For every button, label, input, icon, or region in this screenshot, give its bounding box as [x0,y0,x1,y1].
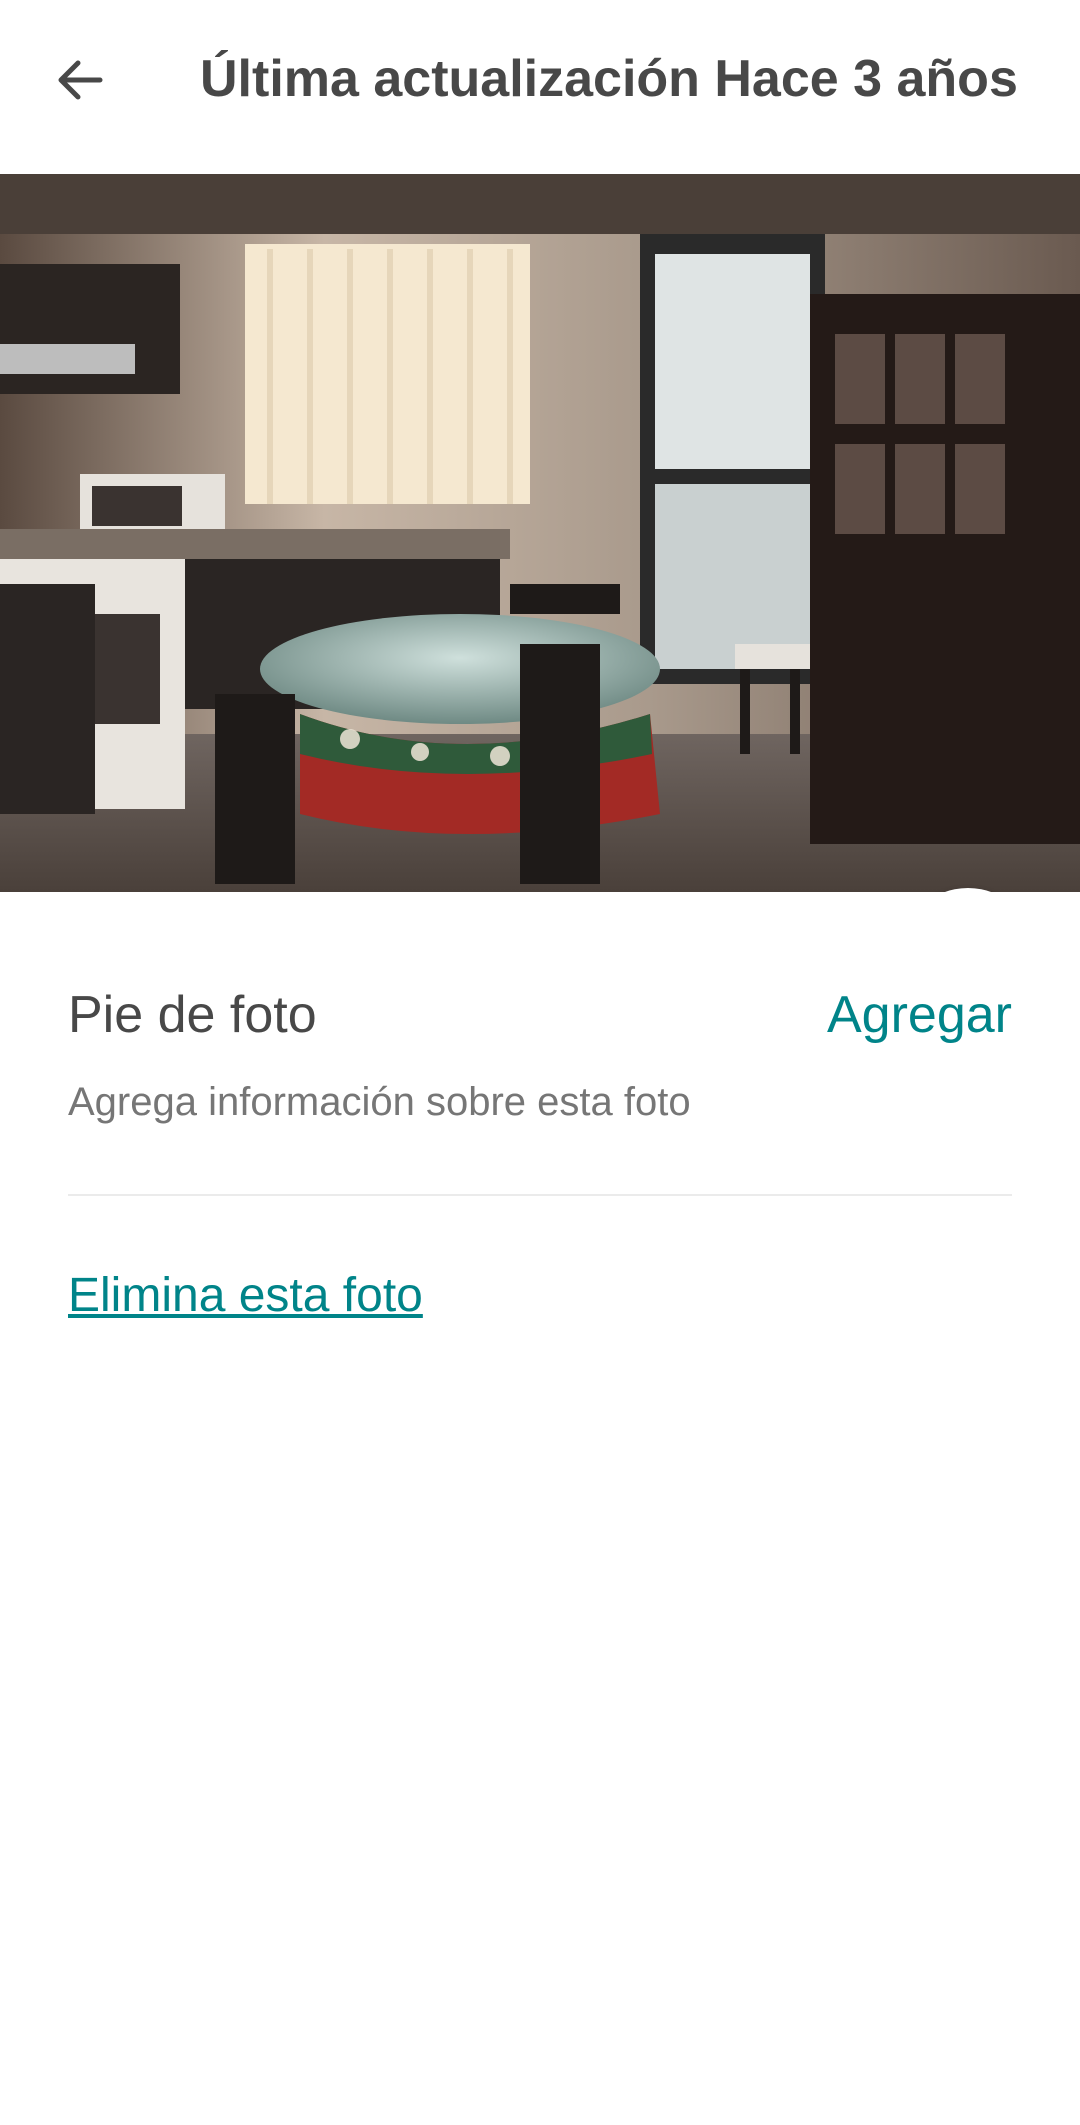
add-caption-button[interactable]: Agregar [827,980,1012,1050]
arrow-left-icon [58,60,103,100]
listing-photo[interactable] [0,174,1080,892]
top-bar: Última actualización Hace 3 años [0,0,1080,174]
divider [68,1194,1012,1196]
page-title: Última actualización Hace 3 años [200,50,1018,108]
delete-photo-link[interactable]: Elimina esta foto [68,1264,423,1328]
back-button[interactable] [40,40,120,120]
caption-helper-text: Agrega información sobre esta foto [68,1080,691,1124]
caption-label: Pie de foto [68,986,317,1044]
kitchen-photo-illustration [0,174,1080,892]
